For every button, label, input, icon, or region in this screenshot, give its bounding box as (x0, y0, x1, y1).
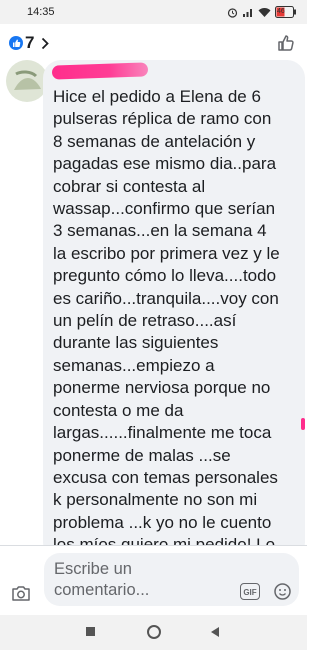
alarm-icon (227, 7, 238, 18)
avatar[interactable] (6, 60, 48, 102)
sticker-icon[interactable] (273, 582, 292, 606)
home-icon[interactable] (147, 625, 161, 639)
battery-level: 46 (277, 8, 285, 15)
thumbs-up-icon[interactable] (277, 34, 295, 57)
wifi-icon (258, 7, 271, 18)
status-time: 14:35 (27, 6, 55, 18)
camera-icon[interactable] (11, 585, 31, 607)
scroll-indicator (301, 418, 305, 430)
reaction-count[interactable]: 7 (25, 33, 34, 53)
recent-apps-icon[interactable] (86, 627, 95, 636)
signal-icon (242, 7, 254, 18)
like-reaction-icon (9, 36, 23, 50)
comment-input-placeholder: Escribe un comentario... (54, 560, 150, 599)
status-icons: 46 (227, 5, 297, 19)
gif-button[interactable]: GIF (240, 583, 260, 600)
back-icon[interactable] (210, 625, 220, 643)
chevron-right-icon[interactable] (41, 37, 49, 55)
status-bar: 14:35 46 (0, 0, 307, 24)
battery-icon: 46 (275, 6, 297, 18)
comment-text: Hice el pedido a Elena de 6 pulseras rép… (53, 87, 280, 554)
